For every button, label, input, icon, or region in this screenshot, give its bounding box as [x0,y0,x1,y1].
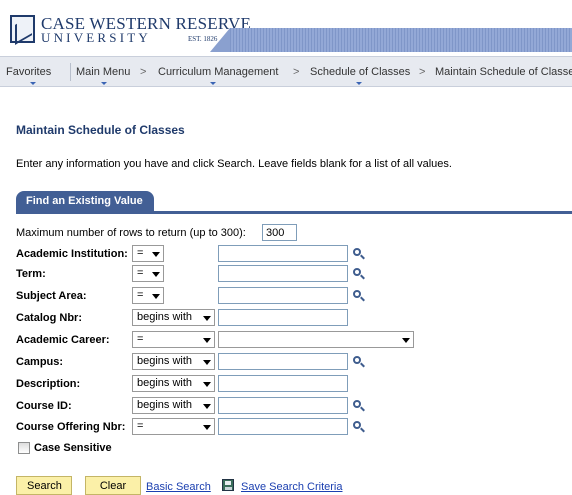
operator-value: begins with [137,377,193,389]
seal-icon [10,15,35,43]
max-rows-input[interactable] [262,224,297,241]
save-icon[interactable] [222,479,234,491]
breadcrumb-separator: > [140,66,147,78]
dropdown-arrow-icon [203,404,211,409]
term-label: Term: [16,268,46,280]
course-id-input[interactable] [218,397,348,414]
lookup-icon[interactable] [352,399,365,412]
operator-value: = [137,267,144,279]
campus-input[interactable] [218,353,348,370]
tab-find-existing-value[interactable]: Find an Existing Value [16,191,154,211]
nav-maintain-schedule[interactable]: Maintain Schedule of Classe [435,66,572,78]
field-row-term: Term: = [16,265,572,285]
operator-value: begins with [137,311,193,323]
academic-institution-label: Academic Institution: [16,248,128,260]
catalog-nbr-operator-select[interactable]: begins with [132,309,215,326]
lookup-icon[interactable] [352,355,365,368]
dropdown-arrow-icon [152,294,160,299]
nav-curriculum-management[interactable]: Curriculum Management [158,66,278,78]
clear-button[interactable]: Clear [85,476,141,495]
catalog-nbr-input[interactable] [218,309,348,326]
academic-career-operator-select[interactable]: = [132,331,215,348]
course-offering-nbr-input[interactable] [218,418,348,435]
description-label: Description: [16,378,81,390]
case-sensitive-checkbox[interactable] [18,442,30,454]
field-row-course-offering-nbr: Course Offering Nbr: = [16,418,572,438]
term-input[interactable] [218,265,348,282]
breadcrumb: Favorites Main Menu > Curriculum Managem… [0,56,572,87]
academic-institution-input[interactable] [218,245,348,262]
case-sensitive-label: Case Sensitive [34,442,112,454]
field-row-subject-area: Subject Area: = [16,287,572,307]
dropdown-arrow-icon [203,425,211,430]
academic-institution-operator-select[interactable]: = [132,245,164,262]
dropdown-arrow-icon [152,252,160,257]
lookup-icon[interactable] [352,247,365,260]
page-title: Maintain Schedule of Classes [16,123,185,137]
basic-search-link[interactable]: Basic Search [146,481,211,493]
academic-career-label: Academic Career: [16,334,110,346]
dropdown-arrow-icon [203,382,211,387]
subject-area-operator-select[interactable]: = [132,287,164,304]
description-operator-select[interactable]: begins with [132,375,215,392]
lookup-icon[interactable] [352,289,365,302]
operator-value: begins with [137,399,193,411]
campus-operator-select[interactable]: begins with [132,353,215,370]
field-row-description: Description: begins with [16,375,572,395]
dropdown-arrow-icon [203,338,211,343]
dropdown-arrow-icon [152,272,160,277]
schedule-dropdown-icon[interactable] [356,82,362,85]
subject-area-input[interactable] [218,287,348,304]
term-operator-select[interactable]: = [132,265,164,282]
subject-area-label: Subject Area: [16,290,87,302]
header-banner [210,28,572,52]
operator-value: = [137,289,144,301]
nav-schedule-of-classes[interactable]: Schedule of Classes [310,66,410,78]
nav-divider [70,63,71,81]
field-row-course-id: Course ID: begins with [16,397,572,417]
catalog-nbr-label: Catalog Nbr: [16,312,82,324]
operator-value: begins with [137,355,193,367]
max-rows-label: Maximum number of rows to return (up to … [16,227,246,239]
tab-underline [16,211,572,214]
dropdown-arrow-icon [203,360,211,365]
dropdown-arrow-icon [402,338,410,343]
description-input[interactable] [218,375,348,392]
lookup-icon[interactable] [352,267,365,280]
operator-value: = [137,333,144,345]
field-row-catalog-nbr: Catalog Nbr: begins with [16,309,572,329]
university-logo: CASE WESTERN RESERVE UNIVERSITY EST. 182… [10,14,251,46]
breadcrumb-separator: > [419,66,426,78]
breadcrumb-separator: > [293,66,300,78]
search-button[interactable]: Search [16,476,72,495]
field-row-academic-institution: Academic Institution: = [16,245,572,265]
operator-value: = [137,420,144,432]
save-search-criteria-link[interactable]: Save Search Criteria [241,481,343,493]
course-id-operator-select[interactable]: begins with [132,397,215,414]
academic-career-select[interactable] [218,331,414,348]
course-offering-nbr-label: Course Offering Nbr: [16,421,126,433]
curriculum-dropdown-icon[interactable] [210,82,216,85]
course-offering-nbr-operator-select[interactable]: = [132,418,215,435]
nav-main-menu[interactable]: Main Menu [76,66,130,78]
dropdown-arrow-icon [203,316,211,321]
favorites-dropdown-icon[interactable] [30,82,36,85]
operator-value: = [137,247,144,259]
nav-favorites[interactable]: Favorites [6,66,51,78]
field-row-academic-career: Academic Career: = [16,331,572,351]
lookup-icon[interactable] [352,420,365,433]
main-menu-dropdown-icon[interactable] [101,82,107,85]
field-row-campus: Campus: begins with [16,353,572,373]
logo-name-line2: UNIVERSITY [41,30,151,45]
header: CASE WESTERN RESERVE UNIVERSITY EST. 182… [0,0,572,56]
campus-label: Campus: [16,356,64,368]
instructions-text: Enter any information you have and click… [16,158,452,170]
course-id-label: Course ID: [16,400,72,412]
